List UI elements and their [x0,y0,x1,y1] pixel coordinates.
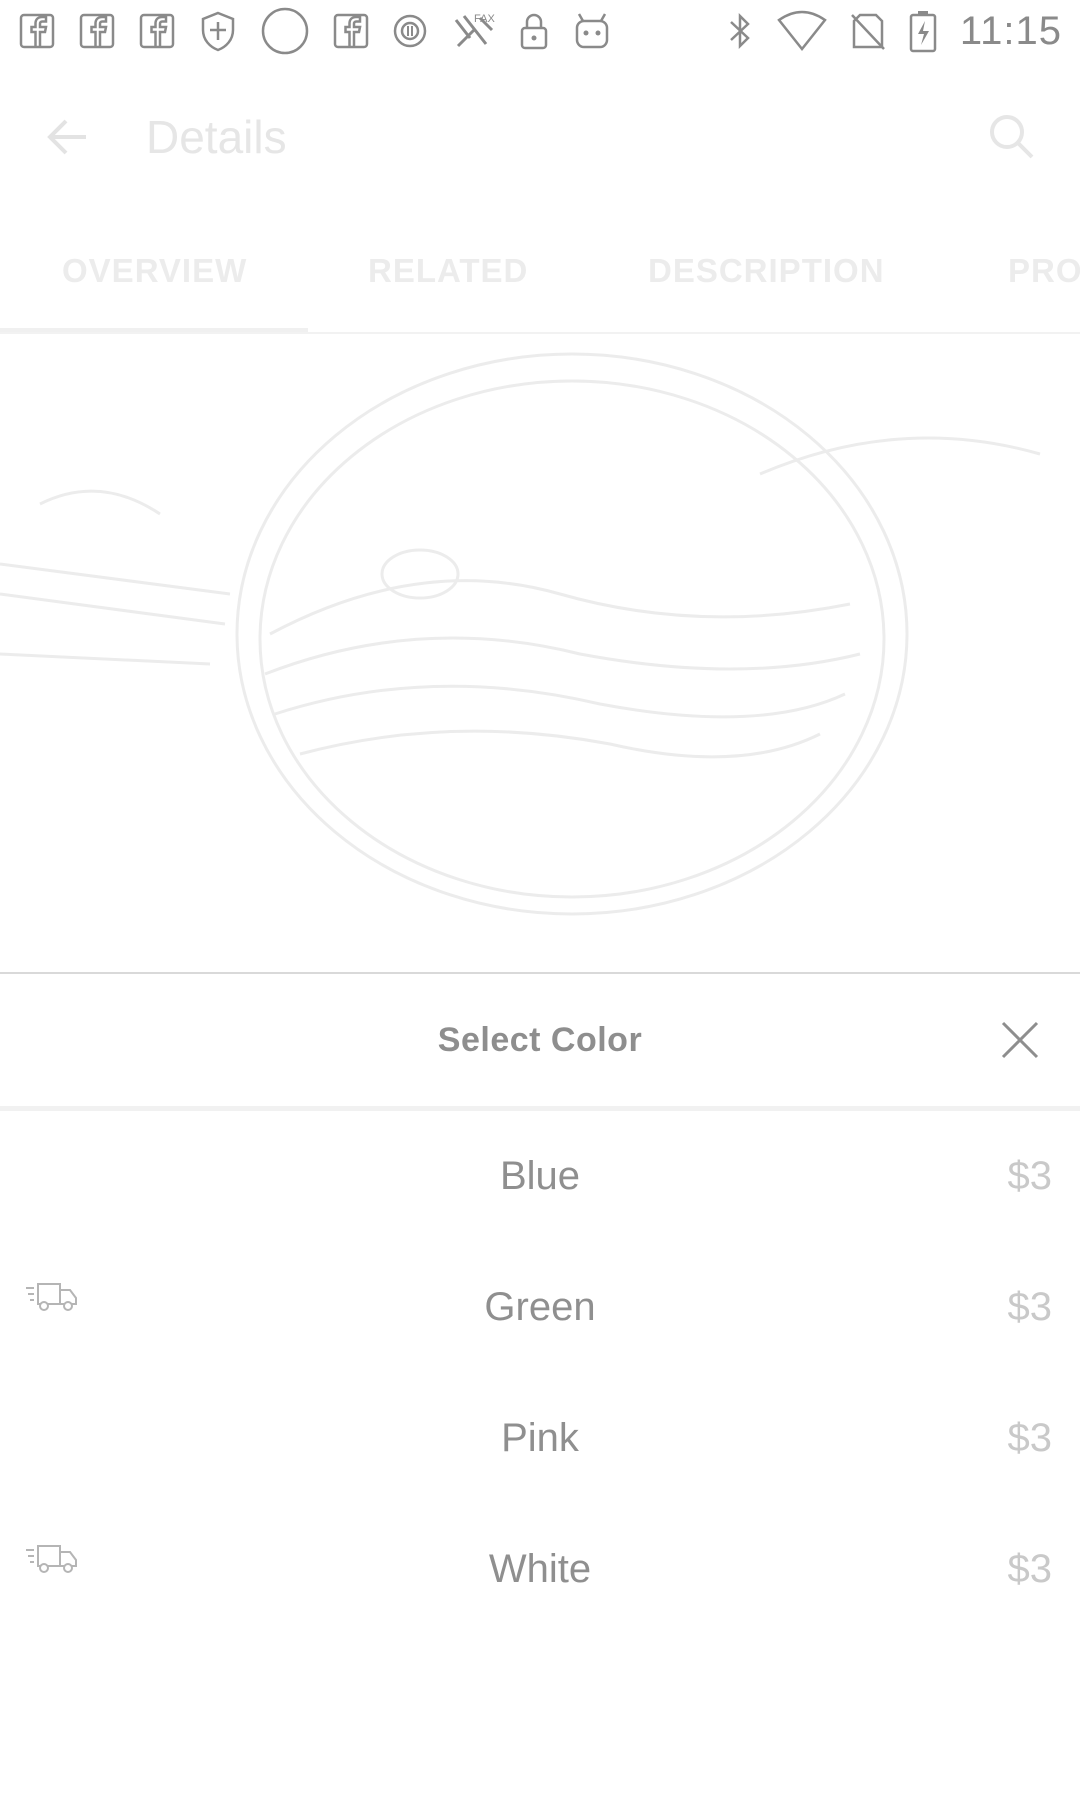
tab-overview[interactable]: OVERVIEW [62,252,247,290]
product-image [0,334,1080,974]
tab-pro[interactable]: PRO [1008,252,1080,290]
option-price: $3 [1007,1154,1053,1198]
option-label: White [488,1547,592,1591]
status-bar: FAX 11:15 [0,0,1080,62]
facebook-icon [332,12,370,50]
svg-text:FAX: FAX [474,13,495,25]
page-title: Details [146,111,287,163]
back-arrow-icon[interactable] [40,109,96,165]
fax-icon: FAX [450,8,496,54]
record-icon [392,13,428,49]
battery-charging-icon [908,9,938,53]
fast-shipping-truck-icon [24,1540,80,1581]
sheet-header: Select Color [0,974,1080,1111]
facebook-icon [78,12,116,50]
option-price: $3 [1007,1547,1053,1591]
option-price: $3 [1007,1416,1053,1460]
notification-icons: FAX [18,6,612,56]
circle-icon [260,6,310,56]
android-icon [572,11,612,51]
option-price: $3 [1007,1285,1053,1329]
tab-indicator [0,328,308,332]
system-icons: 11:15 [726,9,1062,54]
option-label: Blue [499,1154,581,1198]
wifi-icon [776,10,828,52]
color-picker-sheet: Select Color Blue $3 Green $3 Pink $3 Wh… [0,974,1080,1794]
shield-icon [198,10,238,52]
tab-related[interactable]: RELATED [368,252,528,290]
search-icon[interactable] [984,109,1040,165]
facebook-icon [18,12,56,50]
app-bar: Details [0,62,1080,212]
bluetooth-icon [726,11,754,51]
color-option-pink[interactable]: Pink $3 [0,1373,1080,1504]
no-sim-icon [850,11,886,51]
color-option-blue[interactable]: Blue $3 [0,1111,1080,1242]
color-option-white[interactable]: White $3 [0,1504,1080,1635]
option-label: Green [484,1285,596,1329]
tab-bar: OVERVIEW RELATED DESCRIPTION PRO [0,212,1080,334]
close-icon [1001,1021,1039,1059]
lock-icon [518,11,550,51]
option-label: Pink [501,1416,579,1460]
clock: 11:15 [959,8,1062,53]
close-button[interactable] [990,1010,1050,1070]
fast-shipping-truck-icon [24,1278,80,1319]
facebook-icon [138,12,176,50]
color-option-green[interactable]: Green $3 [0,1242,1080,1373]
sheet-title: Select Color [437,1020,643,1059]
tab-description[interactable]: DESCRIPTION [648,252,885,290]
